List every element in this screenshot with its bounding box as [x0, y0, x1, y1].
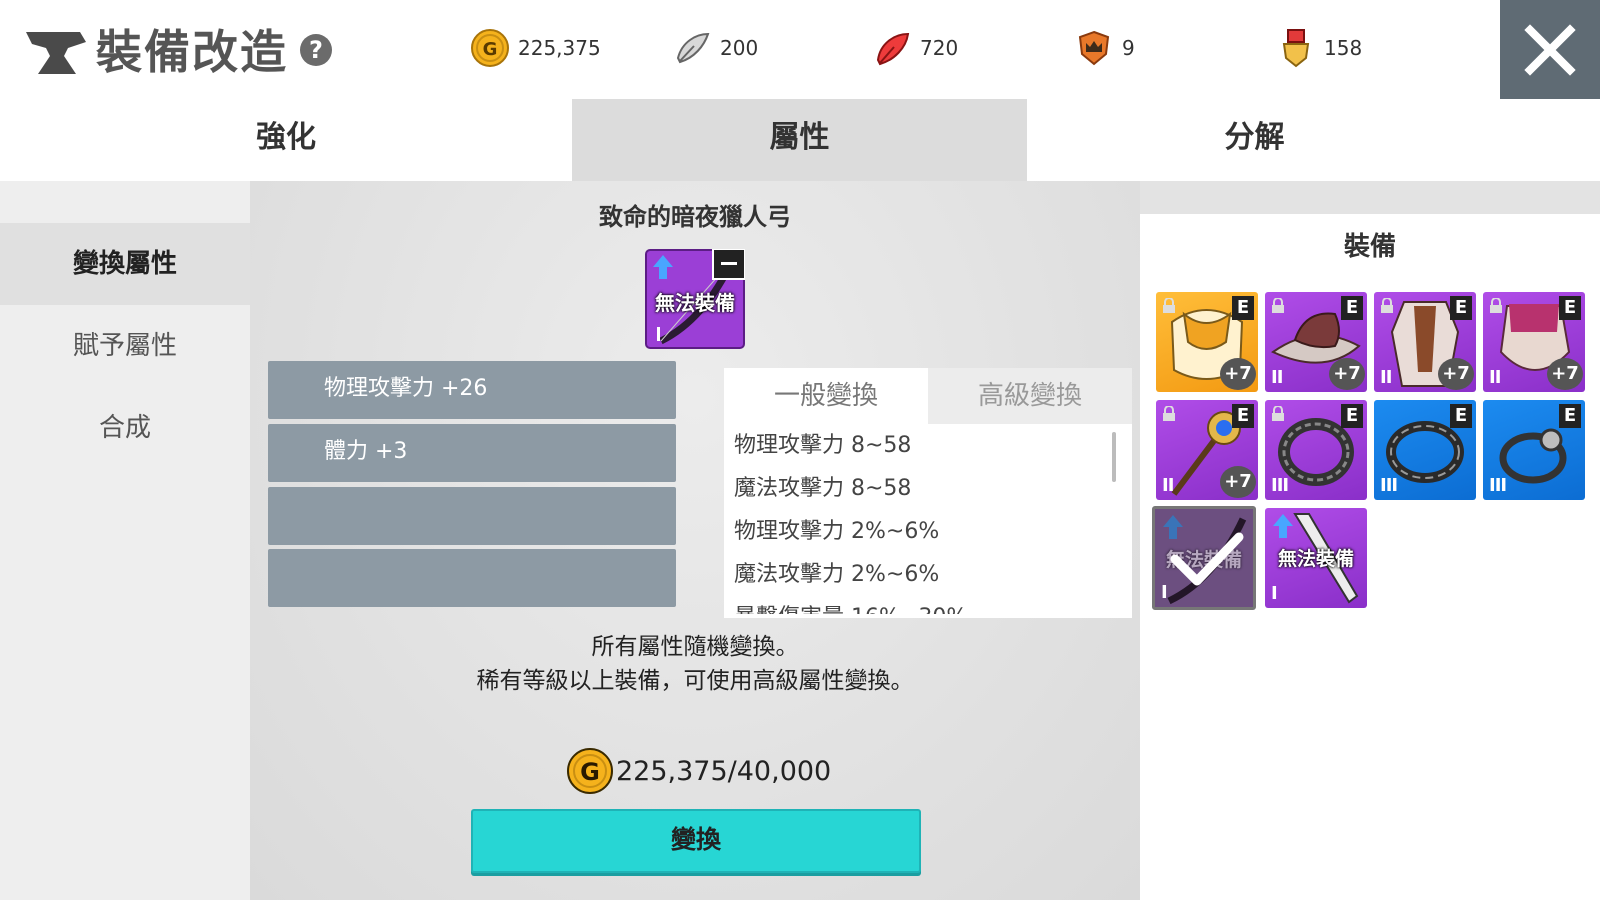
cost-display: G 225,375/40,000 [566, 745, 831, 797]
resource-medal: 158 [1276, 28, 1362, 68]
page-title: 裝備改造 [96, 25, 288, 79]
attribute-row-4[interactable] [268, 549, 676, 607]
medal-icon [1282, 29, 1310, 68]
description-line-2: 稀有等級以上裝備，可使用高級屬性變換。 [476, 668, 914, 694]
equipment-slot-sword[interactable]: 無法裝備 I [1265, 508, 1367, 608]
red-feather-icon [876, 32, 910, 66]
silver-feather-icon [676, 32, 710, 64]
gold-amount: 225,375 [518, 36, 601, 60]
attribute-options-list[interactable]: 物理攻擊力 8~58 魔法攻擊力 8~58 物理攻擊力 2%~6% 魔法攻擊力 … [724, 424, 1132, 614]
close-icon [1524, 23, 1576, 76]
equipped-badge: E [1341, 296, 1363, 320]
grade-mark: II [1271, 367, 1283, 388]
lock-icon [1272, 406, 1284, 421]
equipped-badge: E [1232, 404, 1254, 428]
help-icon[interactable]: ? [300, 34, 332, 66]
equipment-slot-staff[interactable]: E +7 II [1156, 400, 1258, 500]
description-line-1: 所有屬性隨機變換。 [591, 634, 799, 660]
list-item: 物理攻擊力 2%~6% [734, 519, 940, 544]
enhance-level: +7 [1547, 358, 1583, 390]
check-icon [1170, 532, 1244, 586]
equipped-badge: E [1559, 404, 1581, 428]
red-feather-amount: 720 [920, 36, 959, 60]
grade-mark: I [1161, 582, 1168, 603]
equipment-slot-ring[interactable]: E III [1483, 400, 1585, 500]
enhance-level: +7 [1438, 358, 1474, 390]
resource-gold: G 225,375 [470, 28, 601, 68]
gold-coin-icon: G [471, 29, 509, 67]
medal-amount: 158 [1324, 36, 1363, 60]
equipment-slot-bracelet[interactable]: E III [1265, 400, 1367, 500]
attribute-transform-panel: 致命的暗夜獵人弓 無法裝備 物理攻擊力 +26 體力 +3 一般變換 高級變換 … [250, 181, 1140, 900]
equipped-badge: E [1341, 404, 1363, 428]
attribute-row-3[interactable] [268, 487, 676, 545]
cost-amount: 225,375/40,000 [616, 755, 832, 787]
enhance-level: +7 [1329, 358, 1365, 390]
anvil-icon [26, 32, 86, 74]
selected-item-card: 無法裝備 [645, 248, 746, 349]
equipment-slot-hat[interactable]: E +7 II [1265, 292, 1367, 392]
resource-silver-feather: 200 [672, 28, 758, 68]
svg-text:G: G [483, 39, 498, 60]
close-button[interactable] [1500, 0, 1600, 99]
grade-mark: II [1489, 367, 1501, 388]
grade-mark: III [1489, 475, 1507, 496]
list-item: 魔法攻擊力 8~58 [734, 476, 912, 501]
equipment-slot-bow-selected[interactable]: 無法裝備 I [1152, 506, 1256, 610]
silver-feather-amount: 200 [720, 36, 759, 60]
crown-shield-icon [1078, 30, 1110, 66]
resource-red-feather: 720 [872, 28, 958, 68]
header-bar: 裝備改造 ? G 225,375 200 720 9 158 [0, 0, 1600, 99]
resource-crown-shield: 9 [1074, 28, 1135, 68]
equipment-panel: 裝備 E +7 E +7 II E +7 II E +7 II E +7 II … [1140, 214, 1600, 900]
equipped-badge: E [1450, 296, 1472, 320]
cannot-equip-label: 無法裝備 [655, 291, 735, 315]
list-item: 物理攻擊力 8~58 [734, 433, 912, 458]
equipment-slot-gloves[interactable]: E +7 II [1483, 292, 1585, 392]
grade-mark: II [1380, 367, 1392, 388]
list-scrollbar[interactable] [1112, 432, 1116, 482]
equipment-slot-armor[interactable]: E +7 [1156, 292, 1258, 392]
lock-icon [1163, 406, 1175, 421]
equipped-badge: E [1559, 296, 1581, 320]
tab-dismantle[interactable]: 分解 [1027, 99, 1482, 181]
equipment-slot-chain-bracelet[interactable]: E III [1374, 400, 1476, 500]
grade-mark: II [1162, 475, 1174, 496]
tab-normal-transform[interactable]: 一般變換 [724, 368, 928, 424]
lock-icon [1490, 298, 1502, 313]
sidenav-item-transform[interactable]: 變換屬性 [0, 223, 250, 305]
enhance-level: +7 [1220, 358, 1256, 390]
sidenav-item-grant[interactable]: 賦予屬性 [0, 305, 250, 387]
sidenav-item-synthesis[interactable]: 合成 [0, 387, 250, 469]
cannot-equip-label: 無法裝備 [1277, 548, 1354, 570]
equipment-slot-robe[interactable]: E +7 II [1374, 292, 1476, 392]
list-item: 魔法攻擊力 2%~6% [734, 562, 940, 587]
crown-shield-amount: 9 [1122, 36, 1135, 60]
side-nav: 變換屬性 賦予屬性 合成 [0, 181, 250, 900]
lock-icon [1381, 298, 1393, 313]
attribute-row-2[interactable]: 體力 +3 [268, 424, 676, 482]
equipped-badge: E [1450, 404, 1472, 428]
attribute-row-1[interactable]: 物理攻擊力 +26 [268, 361, 676, 419]
tab-attributes[interactable]: 屬性 [572, 99, 1027, 181]
grade-mark: III [1380, 475, 1398, 496]
enhance-level: +7 [1220, 466, 1256, 498]
gold-coin-icon: G [567, 748, 613, 794]
grade-mark: III [1271, 475, 1289, 496]
lock-icon [1272, 298, 1284, 313]
transform-button[interactable]: 變換 [471, 809, 921, 873]
list-item: 暴擊傷害量 16%~30% [724, 596, 1132, 614]
tab-advanced-transform[interactable]: 高級變換 [928, 368, 1132, 424]
transform-options-panel: 一般變換 高級變換 物理攻擊力 8~58 魔法攻擊力 8~58 物理攻擊力 2%… [724, 368, 1132, 618]
lock-icon [1163, 298, 1175, 313]
grade-mark: I [1271, 583, 1278, 604]
equipment-title: 裝備 [1343, 232, 1396, 262]
tab-enhance[interactable]: 強化 [0, 99, 572, 181]
item-name: 致命的暗夜獵人弓 [599, 203, 791, 231]
svg-text:G: G [580, 758, 600, 786]
main-tabs: 強化 屬性 分解 [0, 99, 1600, 181]
equipped-badge: E [1232, 296, 1254, 320]
